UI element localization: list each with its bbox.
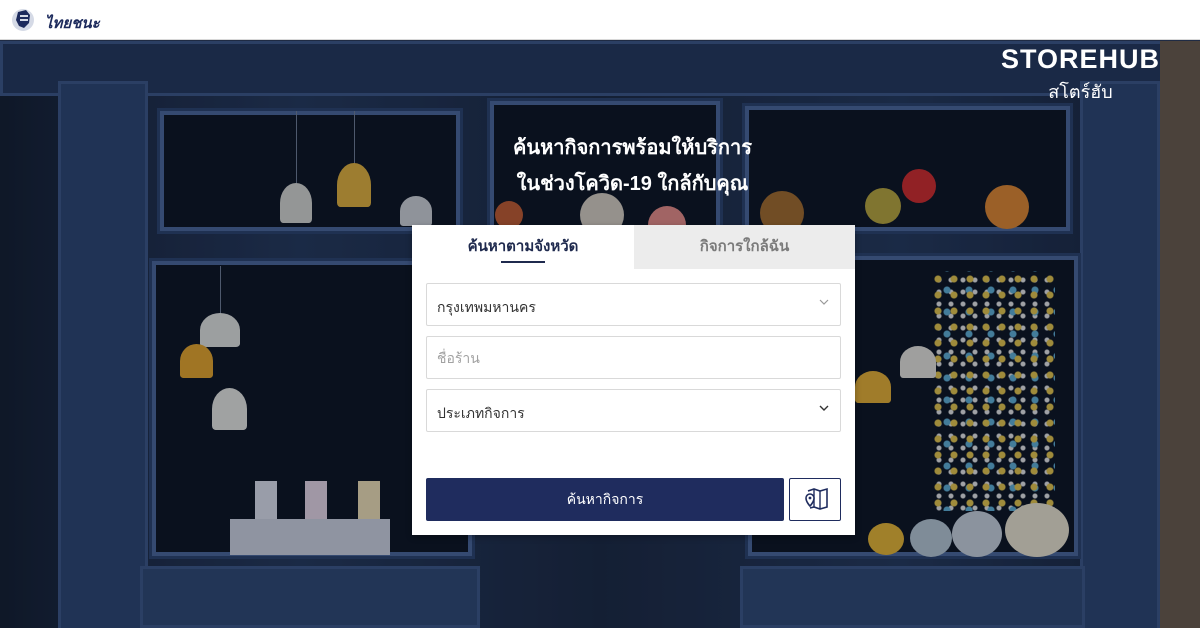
active-tab-indicator	[501, 261, 545, 263]
storehub-logo[interactable]: STOREHUB สโตร์ฮับ	[1001, 44, 1160, 106]
chevron-down-icon	[818, 401, 830, 417]
tab-search-by-province[interactable]: ค้นหาตามจังหวัด	[412, 225, 634, 269]
store-name-field[interactable]	[426, 336, 841, 379]
map-view-button[interactable]	[789, 478, 841, 521]
province-select-value: กรุงเทพมหานคร	[437, 299, 536, 315]
tab-nearby-businesses[interactable]: กิจการใกล้ฉัน	[634, 225, 855, 269]
store-name-input[interactable]	[427, 337, 840, 378]
search-card: ค้นหาตามจังหวัด กิจการใกล้ฉัน กรุงเทพมหา…	[412, 225, 855, 535]
business-type-select[interactable]: ประเภทกิจการ	[426, 389, 841, 432]
search-button[interactable]: ค้นหากิจการ	[426, 478, 784, 521]
headline-line-1: ค้นหากิจการพร้อมให้บริการ	[513, 137, 752, 159]
map-pin-icon	[805, 487, 828, 510]
storehub-logo-th: สโตร์ฮับ	[1048, 82, 1113, 102]
top-bar: ไทยชนะ	[0, 0, 1200, 40]
business-type-select-value: ประเภทกิจการ	[437, 405, 525, 421]
tab-label: ค้นหาตามจังหวัด	[467, 238, 579, 255]
brand-name[interactable]: ไทยชนะ	[45, 11, 100, 35]
page-headline: ค้นหากิจการพร้อมให้บริการ ในช่วงโควิด-19…	[0, 130, 1200, 202]
search-tabs: ค้นหาตามจังหวัด กิจการใกล้ฉัน	[412, 225, 855, 269]
headline-line-2: ในช่วงโควิด-19 ใกล้กับคุณ	[516, 173, 749, 195]
fist-icon	[12, 9, 34, 31]
province-select[interactable]: กรุงเทพมหานคร	[426, 283, 841, 326]
tab-label: กิจการใกล้ฉัน	[699, 238, 790, 255]
storehub-logo-en: STOREHUB	[1000, 44, 1160, 74]
chevron-down-icon	[818, 295, 830, 311]
